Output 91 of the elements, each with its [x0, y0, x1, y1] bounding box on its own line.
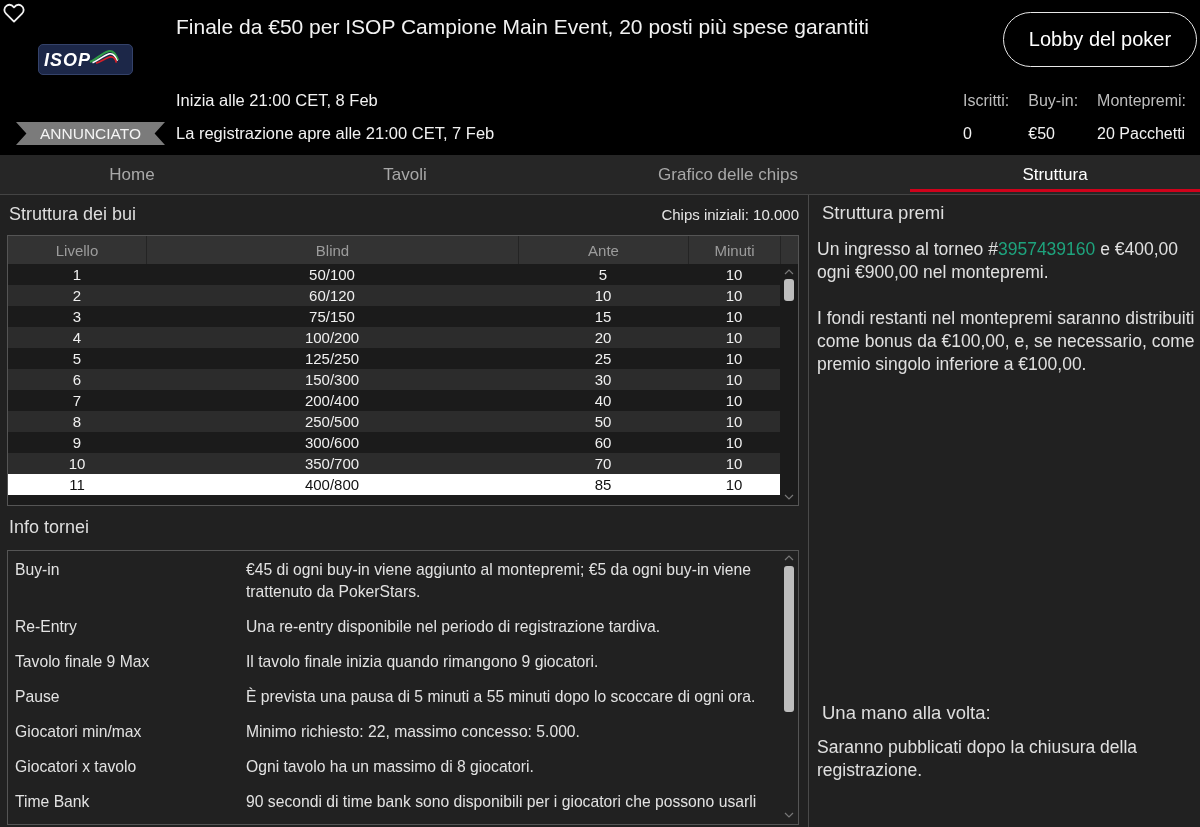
registration-time: La registrazione apre alle 21:00 CET, 7 Feb	[176, 124, 496, 143]
table-cell-text: 50	[593, 412, 613, 432]
logo-text: ISOP	[44, 49, 91, 70]
table-cell-text: 1	[71, 265, 83, 285]
section-title: Info tornei	[9, 516, 90, 538]
table-cell-text: 30	[593, 370, 613, 390]
section-title: Struttura dei bui	[9, 203, 137, 225]
table-cell-text: 125/250	[303, 349, 361, 369]
tab[interactable]: Home	[0, 157, 264, 192]
table-cell-text: 10	[724, 370, 744, 390]
publication-note: Saranno pubblicati dopo la chiusura della registrazione.	[817, 736, 1139, 782]
table-cell-text: 50/100	[308, 265, 356, 285]
info-label: Tavolo finale 9 Max	[15, 652, 151, 672]
table-row[interactable]: 2 60/120 10 10	[8, 285, 780, 306]
table-cell-text: 60	[593, 433, 613, 453]
stat-label: Montepremi:	[1097, 91, 1186, 110]
info-label: Re-Entry	[15, 617, 78, 637]
table-cell-text: 75/150	[308, 307, 356, 327]
table-row[interactable]: 4 100/200 20 10	[8, 327, 780, 348]
table-cell-text: 6	[71, 370, 83, 390]
stat-value: €50	[1028, 124, 1056, 143]
info-label: Buy-in	[15, 560, 61, 580]
info-value: €45 di ogni buy-in viene aggiunto al montepremi; €5 da ogni buy-in viene trattenuto da PokerStars.	[246, 560, 752, 602]
info-value: 90 secondi di time bank sono disponibili per i giocatori che possono usarli	[246, 792, 758, 812]
flag-swoosh-icon	[89, 49, 119, 64]
table-cell-text: 10	[724, 328, 744, 348]
info-value: Il tavolo finale inizia quando rimangono 9 giocatori.	[246, 652, 600, 672]
starting-chips: Chips iniziali: 10.000	[661, 205, 799, 223]
table-cell-text: 10	[724, 454, 744, 474]
prize-description: Un ingresso al torneo #3957439160 e €400,00 ogni €900,00 nel montepremi.	[817, 238, 1179, 284]
prize-description: I fondi restanti nel montepremi saranno distribuiti come bonus da €100,00, e, se necessario, come premio singolo inferiore a €100,00.	[817, 307, 1196, 376]
table-cell-text: 10	[724, 412, 744, 432]
tab[interactable]: Tavoli	[264, 157, 546, 192]
table-cell-text: 5	[71, 349, 83, 369]
column-header[interactable]: Livello	[8, 236, 146, 264]
table-row[interactable]: 6 150/300 30 10	[8, 369, 780, 390]
table-cell-text: 10	[724, 349, 744, 369]
info-value: Ogni tavolo ha un massimo di 8 giocatori.	[246, 757, 535, 777]
table-cell-text: 10	[724, 391, 744, 411]
table-cell-text: 10	[724, 286, 744, 306]
tournament-link[interactable]: 3957439160	[997, 239, 1096, 259]
table-cell-text: 10	[593, 286, 613, 306]
table-cell-text: 4	[71, 328, 83, 348]
table-cell-text: 5	[597, 265, 609, 285]
table-cell-text: 60/120	[308, 286, 356, 306]
stat-label: Iscritti:	[963, 91, 1010, 110]
table-cell-text: 20	[593, 328, 613, 348]
table-cell-text: 70	[593, 454, 613, 474]
heart-icon[interactable]	[3, 3, 25, 23]
table-cell-text: 2	[71, 286, 83, 306]
tab[interactable]: Grafico delle chips	[546, 157, 910, 192]
info-value: È prevista una pausa di 5 minuti a 55 minuti dopo lo scoccare di ogni ora.	[246, 686, 757, 707]
status-badge: ANNUNCIATO	[16, 122, 165, 145]
table-row[interactable]: 8 250/500 50 10	[8, 411, 780, 432]
table-cell-text: 85	[593, 475, 613, 495]
table-cell-text: 10	[724, 475, 744, 495]
info-label: Time Bank	[15, 792, 91, 812]
info-value: Una re-entry disponibile nel periodo di registrazione tardiva.	[246, 617, 662, 637]
stat-label: Buy-in:	[1028, 91, 1079, 110]
section-title: Una mano alla volta:	[821, 701, 992, 725]
table-cell-text: 3	[71, 307, 83, 327]
section-title: Struttura premi	[821, 201, 946, 225]
info-value: Minimo richiesto: 22, massimo concesso: 5.000.	[246, 722, 581, 742]
table-row[interactable]: 10 350/700 70 10	[8, 453, 780, 474]
table-cell-text: 7	[71, 391, 83, 411]
table-cell-text: 10	[724, 307, 744, 327]
info-label: Giocatori x tavolo	[15, 757, 138, 777]
table-row[interactable]: 11 400/800 85 10	[8, 474, 780, 495]
table-cell-text: 150/300	[303, 370, 361, 390]
info-label: Giocatori min/max	[15, 722, 143, 742]
table-cell-text: 10	[67, 454, 87, 474]
table-cell-text: 8	[71, 412, 83, 432]
table-cell-text: 10	[724, 433, 744, 453]
stat-value: 20 Pacchetti	[1097, 124, 1186, 143]
stat-value: 0	[963, 124, 973, 143]
table-cell-text: 350/700	[303, 454, 361, 474]
table-cell-text: 300/600	[303, 433, 361, 453]
tab[interactable]: Struttura	[910, 157, 1200, 192]
table-cell-text: 400/800	[303, 475, 361, 495]
start-time: Inizia alle 21:00 CET, 8 Feb	[176, 91, 379, 110]
table-cell-text: 9	[71, 433, 83, 453]
table-cell-text: 40	[593, 391, 613, 411]
table-cell-text: 10	[724, 265, 744, 285]
table-cell-text: 250/500	[303, 412, 361, 432]
table-cell-text: 15	[593, 307, 613, 327]
table-cell-text: 100/200	[303, 328, 361, 348]
table-cell-text: 200/400	[303, 391, 361, 411]
info-label: Pause	[15, 687, 61, 707]
table-cell-text: 25	[593, 349, 613, 369]
tournament-title: Finale da €50 per ISOP Campione Main Event, 20 posti più spese garantiti	[176, 14, 871, 40]
table-cell-text: 11	[68, 475, 86, 495]
